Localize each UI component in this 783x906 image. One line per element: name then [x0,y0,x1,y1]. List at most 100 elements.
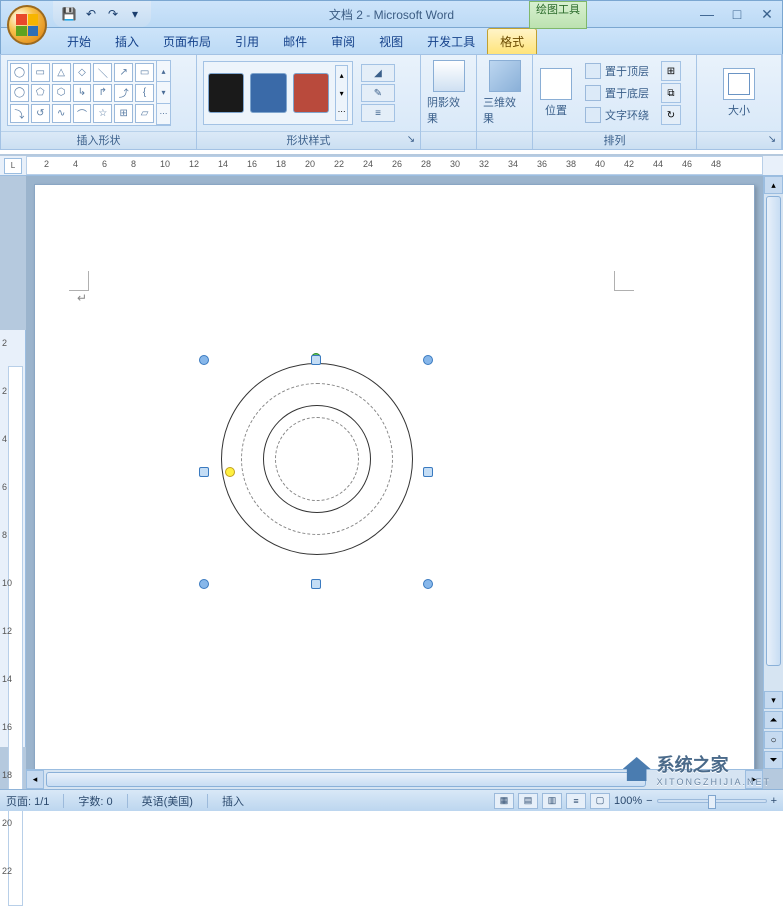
position-button[interactable]: 位置 [537,59,575,127]
scroll-up-button[interactable]: ▴ [764,176,783,194]
scroll-thumb[interactable] [766,196,781,666]
insert-mode[interactable]: 插入 [222,793,244,809]
shape-fill-button[interactable]: ◢ [361,64,395,82]
shape-item[interactable]: ↱ [93,84,112,103]
shape-item[interactable]: ◯ [10,63,29,82]
document-viewport[interactable]: ↵ [26,176,763,769]
vertical-ruler[interactable]: 2246810121416182022 [0,330,26,747]
shape-item[interactable]: ⬡ [52,84,71,103]
shape-item[interactable]: ＼ [93,63,112,82]
shape-item[interactable]: △ [52,63,71,82]
view-full-screen-button[interactable]: ▤ [518,793,538,809]
zoom-level[interactable]: 100% [614,795,642,807]
text-wrap-button[interactable]: 文字环绕 [585,105,649,125]
close-button[interactable]: ✕ [758,6,776,23]
scroll-left-button[interactable]: ◂ [26,770,44,789]
shape-item[interactable]: ⌒ [73,104,92,123]
shape-item[interactable]: ↺ [31,104,50,123]
dialog-launcher-icon[interactable]: ↘ [405,134,417,146]
tab-selector[interactable]: L [4,158,22,174]
zoom-in-button[interactable]: + [771,795,777,807]
shape-item[interactable]: ◇ [73,63,92,82]
page[interactable]: ↵ [34,184,755,769]
threed-effects-button[interactable]: 三维效果 [483,59,526,127]
view-print-layout-button[interactable]: ▦ [494,793,514,809]
tab-format[interactable]: 格式 [487,28,537,54]
style-swatch[interactable] [250,73,286,113]
tab-insert[interactable]: 插入 [103,29,151,54]
tab-dev[interactable]: 开发工具 [415,29,487,54]
shape-item[interactable]: ◯ [10,84,29,103]
scroll-down-icon[interactable]: ▾ [336,84,347,102]
vertical-scrollbar[interactable]: ▴ ▾ ⏶ ○ ⏷ [763,176,783,769]
shape-item[interactable]: ▭ [135,63,154,82]
shadow-effects-button[interactable]: 阴影效果 [427,59,470,127]
scroll-up-icon[interactable]: ▴ [336,66,347,84]
tab-ref[interactable]: 引用 [223,29,271,54]
bring-to-front-button[interactable]: 置于顶层 [585,61,649,81]
shape-item[interactable]: ⤴ [114,84,133,103]
resize-handle[interactable] [423,467,433,477]
shape-item[interactable]: ∿ [52,104,71,123]
dialog-launcher-icon[interactable]: ↘ [766,134,778,146]
view-outline-button[interactable]: ≡ [566,793,586,809]
save-button[interactable]: 💾 [59,4,79,24]
shape-item[interactable]: ⊞ [114,104,133,123]
tab-start[interactable]: 开始 [55,29,103,54]
office-button[interactable] [7,5,47,45]
shape-gallery[interactable]: ◯ ▭ △ ◇ ＼ ↗ ▭ ◯ ⬠ ⬡ ↳ ↱ ⤴ { ⤵ ↺ ∿ [7,60,171,126]
shape-item[interactable]: ▱ [135,104,154,123]
zoom-out-button[interactable]: − [646,795,652,807]
shape-item[interactable]: ⤵ [10,104,29,123]
shape-item[interactable]: ↳ [73,84,92,103]
resize-handle[interactable] [311,355,321,365]
shape-item[interactable]: ☆ [93,104,112,123]
rotate-button[interactable]: ↻ [661,105,681,125]
style-swatch[interactable] [208,73,244,113]
page-indicator[interactable]: 页面: 1/1 [6,793,49,809]
view-web-button[interactable]: ▥ [542,793,562,809]
resize-handle[interactable] [199,467,209,477]
redo-button[interactable]: ↷ [103,4,123,24]
resize-handle[interactable] [199,579,209,589]
tab-review[interactable]: 审阅 [319,29,367,54]
scroll-down-icon[interactable]: ▾ [157,82,170,103]
scroll-down-button[interactable]: ▾ [764,691,783,709]
zoom-slider-thumb[interactable] [708,795,716,809]
scroll-more-icon[interactable]: ⋯ [157,104,170,125]
tab-view[interactable]: 视图 [367,29,415,54]
size-button[interactable]: 大小 [719,59,759,127]
tab-mail[interactable]: 邮件 [271,29,319,54]
selected-shape[interactable] [205,361,427,583]
align-button[interactable]: ⊞ [661,61,681,81]
language-indicator[interactable]: 英语(美国) [142,793,193,809]
shape-item[interactable]: ↗ [114,63,133,82]
group-button[interactable]: ⧉ [661,83,681,103]
shape-outline-button[interactable]: ✎ [361,84,395,102]
shape-dash-button[interactable]: ≡ [361,104,395,122]
resize-handle[interactable] [423,355,433,365]
style-gallery[interactable]: ▴ ▾ ⋯ [203,61,353,125]
minimize-button[interactable]: — [698,6,716,23]
zoom-slider[interactable] [657,799,767,803]
resize-handle[interactable] [311,579,321,589]
scroll-thumb[interactable] [46,772,646,787]
style-swatch[interactable] [293,73,329,113]
scroll-up-icon[interactable]: ▴ [157,61,170,82]
undo-button[interactable]: ↶ [81,4,101,24]
shape-item[interactable]: { [135,84,154,103]
tab-layout[interactable]: 页面布局 [151,29,223,54]
horizontal-ruler[interactable]: L 24681012141618202224262830323436384042… [0,156,783,176]
resize-handle[interactable] [199,355,209,365]
shape-item[interactable]: ⬠ [31,84,50,103]
view-draft-button[interactable]: ▢ [590,793,610,809]
word-count[interactable]: 字数: 0 [78,793,112,809]
send-to-back-button[interactable]: 置于底层 [585,83,649,103]
browse-object-button[interactable]: ○ [764,731,783,749]
maximize-button[interactable]: □ [728,6,746,23]
prev-page-button[interactable]: ⏶ [764,711,783,729]
shape-item[interactable]: ▭ [31,63,50,82]
qat-customize-button[interactable]: ▾ [125,4,145,24]
scroll-more-icon[interactable]: ⋯ [336,102,347,120]
resize-handle[interactable] [423,579,433,589]
